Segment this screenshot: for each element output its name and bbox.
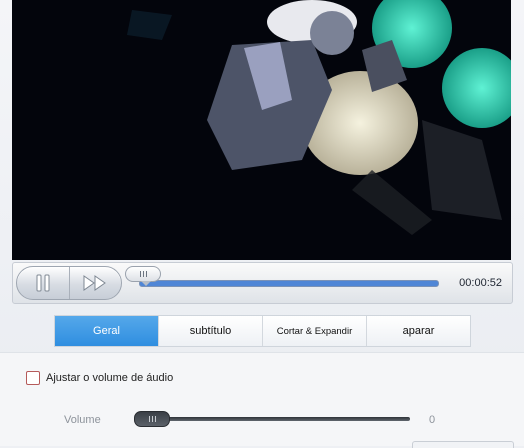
audio-settings-panel: Ajustar o volume de áudio Volume 0: [0, 352, 524, 446]
tab-subtitulo[interactable]: subtítulo: [159, 316, 263, 346]
fast-forward-icon: [83, 275, 106, 291]
editor-window: 00:00:52 Geral subtítulo Cortar & Expand…: [0, 0, 524, 448]
pause-icon: [36, 274, 50, 292]
pause-button[interactable]: [17, 267, 70, 299]
playback-bar: 00:00:52: [12, 262, 513, 304]
volume-value: 0: [429, 414, 436, 426]
adjust-volume-label: Ajustar o volume de áudio: [46, 372, 174, 384]
video-preview: [12, 0, 511, 260]
volume-slider-handle[interactable]: [134, 411, 170, 427]
adjust-volume-row: Ajustar o volume de áudio: [26, 371, 173, 385]
tab-cortar-expandir[interactable]: Cortar & Expandir: [263, 316, 367, 346]
tab-aparar[interactable]: aparar: [367, 316, 470, 346]
seek-bar[interactable]: [139, 280, 439, 287]
seek-handle-pointer: [141, 281, 151, 286]
tab-geral[interactable]: Geral: [55, 316, 159, 346]
current-time: 00:00:52: [459, 277, 502, 289]
fast-forward-button[interactable]: [69, 267, 121, 299]
volume-slider-track[interactable]: [134, 417, 410, 421]
transport-buttons: [16, 266, 122, 300]
seek-handle[interactable]: [125, 266, 161, 282]
volume-label: Volume: [64, 414, 101, 426]
settings-tabs: Geral subtítulo Cortar & Expandir aparar: [54, 315, 471, 347]
adjust-volume-checkbox[interactable]: [26, 371, 40, 385]
